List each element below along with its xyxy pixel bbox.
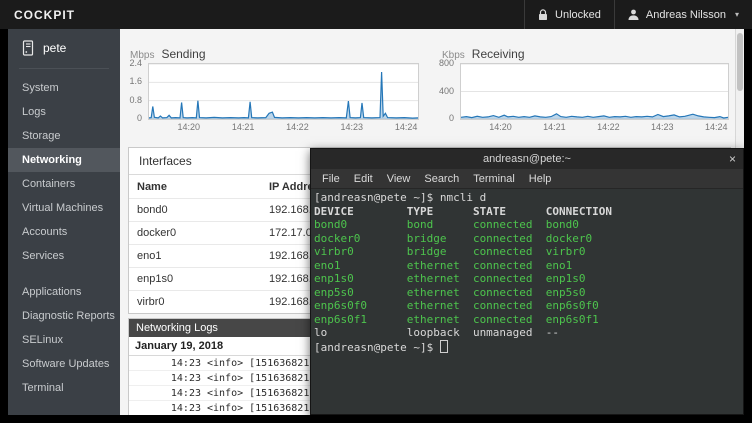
- sidebar-item-terminal[interactable]: Terminal: [8, 376, 120, 400]
- server-icon: [21, 40, 35, 56]
- terminal-line: enp5s0 ethernet connected enp5s0: [314, 286, 740, 300]
- interface-name: enp1s0: [129, 273, 269, 285]
- terminal-line: enp6s0f0 ethernet connected enp6s0f0: [314, 299, 740, 313]
- terminal-title: andreasn@pete:~: [483, 153, 571, 165]
- terminal-line: bond0 bond connected bond0: [314, 218, 740, 232]
- user-name-label: Andreas Nilsson: [646, 9, 726, 21]
- receiving-y-axis: 0400800: [434, 63, 458, 118]
- menu-search[interactable]: Search: [417, 173, 466, 185]
- terminal-screen[interactable]: [andreasn@pete ~]$ nmcli dDEVICE TYPE ST…: [311, 189, 743, 356]
- log-time: 14:23: [129, 358, 201, 369]
- sending-plot: [148, 63, 419, 120]
- sidebar-item-containers[interactable]: Containers: [8, 172, 120, 196]
- lock-icon: [538, 9, 548, 21]
- unlocked-button[interactable]: Unlocked: [525, 0, 614, 29]
- sidebar-item-logs[interactable]: Logs: [8, 100, 120, 124]
- menu-edit[interactable]: Edit: [347, 173, 380, 185]
- host-selector[interactable]: pete: [8, 29, 120, 63]
- terminal-line: lo loopback unmanaged --: [314, 326, 740, 340]
- receiving-chart: Kbps Receiving 0400800 14:2014:2114:2214…: [434, 47, 734, 149]
- menu-view[interactable]: View: [380, 173, 418, 185]
- host-name-label: pete: [43, 41, 66, 55]
- terminal-line: DEVICE TYPE STATE CONNECTION: [314, 205, 740, 219]
- terminal-line: [andreasn@pete ~]$ nmcli d: [314, 191, 740, 205]
- cockpit-logo[interactable]: COCKPIT: [14, 8, 75, 22]
- terminal-line: virbr0 bridge connected virbr0: [314, 245, 740, 259]
- sidebar-item-services[interactable]: Services: [8, 244, 120, 268]
- receiving-title: Receiving: [472, 47, 525, 61]
- close-icon[interactable]: ×: [729, 149, 736, 169]
- user-menu[interactable]: Andreas Nilsson ▾: [615, 0, 752, 29]
- sidebar-item-software-updates[interactable]: Software Updates: [8, 352, 120, 376]
- sidebar-item-system[interactable]: System: [8, 76, 120, 100]
- unlocked-label: Unlocked: [555, 9, 601, 21]
- scrollbar-thumb[interactable]: [737, 33, 743, 91]
- interface-name: eno1: [129, 250, 269, 262]
- sidebar-item-storage[interactable]: Storage: [8, 124, 120, 148]
- user-icon: [628, 9, 639, 20]
- terminal-line: enp6s0f1 ethernet connected enp6s0f1: [314, 313, 740, 327]
- sending-title: Sending: [161, 47, 205, 61]
- sidebar-item-accounts[interactable]: Accounts: [8, 220, 120, 244]
- terminal-line: docker0 bridge connected docker0: [314, 232, 740, 246]
- log-time: 14:23: [129, 388, 201, 399]
- interface-name: docker0: [129, 227, 269, 239]
- sidebar-divider: [19, 68, 109, 69]
- interface-name: bond0: [129, 204, 269, 216]
- column-header-name: Name: [129, 181, 269, 193]
- terminal-window: andreasn@pete:~ × File Edit View Search …: [310, 148, 744, 415]
- sidebar-item-applications[interactable]: Applications: [8, 280, 120, 304]
- terminal-menubar: File Edit View Search Terminal Help: [311, 169, 743, 189]
- top-bar: COCKPIT Unlocked Andreas Nilsson ▾: [0, 0, 752, 29]
- sidebar-item-diagnostic-reports[interactable]: Diagnostic Reports: [8, 304, 120, 328]
- log-time: 14:23: [129, 403, 201, 414]
- chevron-down-icon: ▾: [735, 10, 739, 19]
- menu-terminal[interactable]: Terminal: [466, 173, 522, 185]
- menu-help[interactable]: Help: [522, 173, 559, 185]
- terminal-titlebar[interactable]: andreasn@pete:~ ×: [311, 149, 743, 169]
- terminal-line: [andreasn@pete ~]$: [314, 340, 740, 355]
- sending-chart: Mbps Sending 00.81.62.4 14:2014:2114:221…: [122, 47, 422, 149]
- sidebar-item-virtual-machines[interactable]: Virtual Machines: [8, 196, 120, 220]
- terminal-line: enp1s0 ethernet connected enp1s0: [314, 272, 740, 286]
- sending-y-axis: 00.81.62.4: [122, 63, 146, 118]
- interface-name: virbr0: [129, 296, 269, 308]
- sidebar-item-networking[interactable]: Networking: [8, 148, 120, 172]
- receiving-plot: [460, 63, 729, 120]
- sidebar: pete System Logs Storage Networking Cont…: [8, 29, 120, 415]
- menu-file[interactable]: File: [315, 173, 347, 185]
- log-time: 14:23: [129, 373, 201, 384]
- sidebar-item-selinux[interactable]: SELinux: [8, 328, 120, 352]
- terminal-line: eno1 ethernet connected eno1: [314, 259, 740, 273]
- terminal-cursor: [440, 340, 448, 353]
